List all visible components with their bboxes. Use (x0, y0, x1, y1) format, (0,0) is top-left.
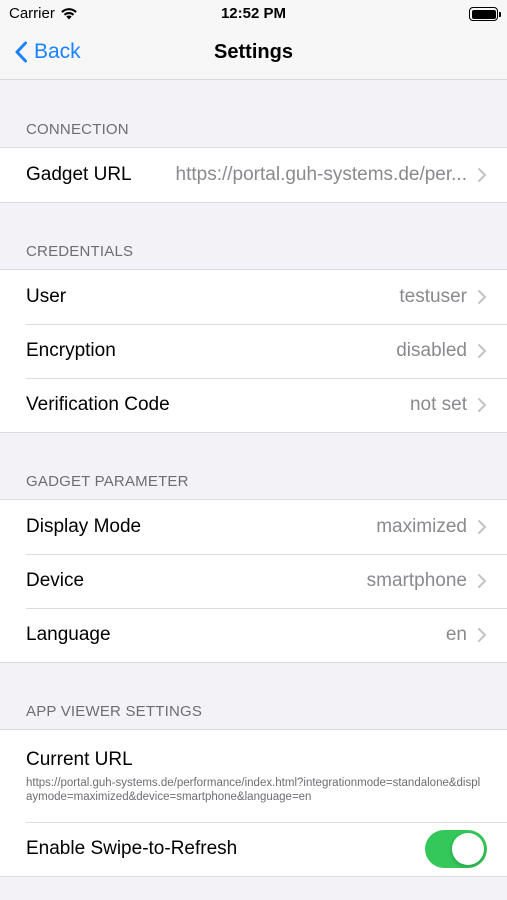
language-row[interactable]: Language en (0, 608, 507, 662)
row-value: testuser (399, 286, 467, 307)
device-row[interactable]: Device smartphone (0, 554, 507, 608)
section-header-connection: CONNECTION (26, 121, 129, 138)
verification-code-row[interactable]: Verification Code not set (0, 378, 507, 432)
row-label: Device (26, 570, 85, 591)
current-url-value: https://portal.guh-systems.de/performanc… (26, 776, 481, 803)
chevron-right-icon (478, 344, 486, 358)
settings-list: CONNECTION Gadget URL https://portal.guh… (0, 81, 507, 877)
app-viewer-group: Current URL https://portal.guh-systems.d… (0, 729, 507, 877)
page-title: Settings (214, 41, 293, 63)
status-bar: Carrier 12:52 PM (0, 0, 507, 28)
row-value: https://portal.guh-systems.de/per... (175, 164, 467, 185)
chevron-right-icon (478, 520, 486, 534)
credentials-group: User testuser Encryption disabled Verifi… (0, 269, 507, 433)
toggle-knob (452, 833, 484, 865)
section-header-gadget-parameter: GADGET PARAMETER (26, 473, 189, 490)
swipe-to-refresh-label: Enable Swipe-to-Refresh (26, 838, 238, 859)
chevron-right-icon (478, 398, 486, 412)
current-url-label: Current URL (26, 748, 133, 770)
section-header-app-viewer: APP VIEWER SETTINGS (26, 703, 203, 720)
navigation-bar: Back Settings (0, 28, 507, 80)
row-value: en (445, 624, 467, 645)
chevron-right-icon (478, 168, 486, 182)
connection-group: Gadget URL https://portal.guh-systems.de… (0, 147, 507, 203)
row-label: Verification Code (26, 394, 170, 415)
row-label: Language (26, 624, 111, 645)
encryption-row[interactable]: Encryption disabled (0, 324, 507, 378)
current-url-row: Current URL https://portal.guh-systems.d… (0, 730, 507, 822)
row-value: maximized (376, 516, 467, 537)
row-label: Encryption (26, 340, 116, 361)
clock: 12:52 PM (220, 5, 287, 22)
chevron-right-icon (478, 628, 486, 642)
row-label: Gadget URL (26, 164, 132, 185)
chevron-right-icon (478, 574, 486, 588)
battery-icon (469, 7, 501, 21)
gadget-parameter-group: Display Mode maximized Device smartphone… (0, 499, 507, 663)
row-label: Display Mode (26, 516, 142, 537)
display-mode-row[interactable]: Display Mode maximized (0, 500, 507, 554)
row-value: smartphone (366, 570, 467, 591)
row-value: disabled (396, 340, 467, 361)
section-header-credentials: CREDENTIALS (26, 243, 134, 260)
swipe-to-refresh-toggle[interactable] (425, 830, 487, 868)
gadget-url-row[interactable]: Gadget URL https://portal.guh-systems.de… (0, 148, 507, 202)
user-row[interactable]: User testuser (0, 270, 507, 324)
swipe-to-refresh-row: Enable Swipe-to-Refresh (0, 822, 507, 876)
row-value: not set (409, 394, 467, 415)
row-label: User (26, 286, 67, 307)
chevron-right-icon (478, 290, 486, 304)
